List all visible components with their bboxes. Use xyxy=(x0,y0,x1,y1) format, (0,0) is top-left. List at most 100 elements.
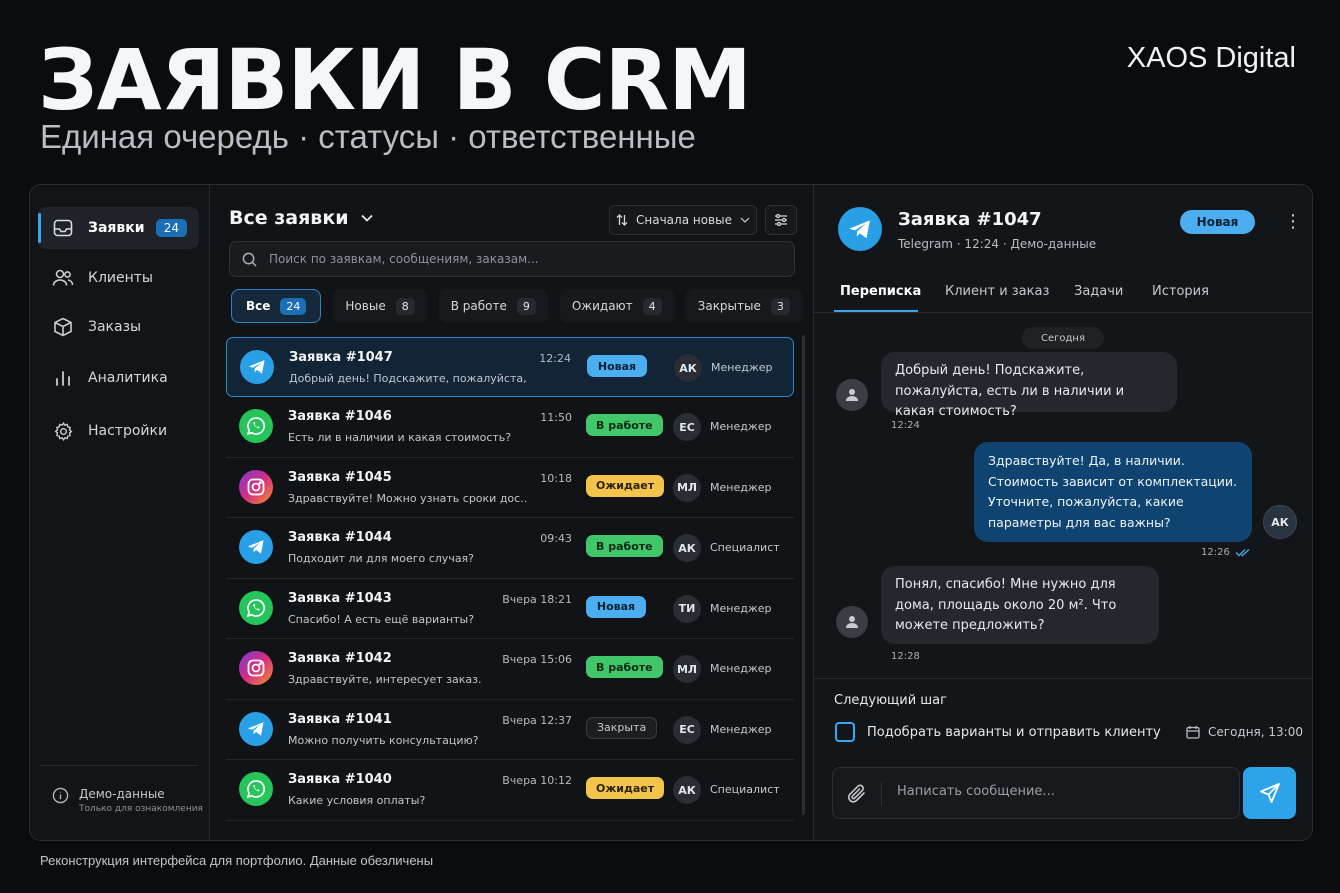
sidebar-item-label: Заказы xyxy=(88,319,142,335)
list-item[interactable]: Заявка #1044 Подходит ли для моего случа… xyxy=(226,518,794,579)
request-message: Спасибо! А есть ещё варианты? xyxy=(288,612,475,626)
tab-tasks[interactable]: Задачи xyxy=(1074,284,1123,299)
hero-subtitle: Единая очередь · статусы · ответственные xyxy=(40,118,696,155)
chat-meta: Telegram · 12:24 · Демо-данные xyxy=(898,237,1097,251)
avatar: АК xyxy=(674,354,702,382)
sidebar-item-analytics[interactable]: Аналитика xyxy=(38,357,199,399)
sidebar-item-clients[interactable]: Клиенты xyxy=(38,257,199,299)
request-title: Заявка #1041 xyxy=(288,711,392,727)
next-step-task: Подобрать варианты и отправить клиенту xyxy=(867,725,1161,740)
avatar xyxy=(836,379,868,411)
avatar: МЛ xyxy=(673,655,701,683)
request-time: 12:24 xyxy=(539,352,571,365)
tab-client-order[interactable]: Клиент и заказ xyxy=(945,284,1049,299)
request-title: Заявка #1045 xyxy=(288,469,392,485)
search-input[interactable] xyxy=(269,252,769,266)
paperclip-icon[interactable] xyxy=(846,782,868,806)
request-message: Здравствуйте, интересует заказ. xyxy=(288,673,482,686)
tab-label: В работе xyxy=(450,299,507,313)
status-badge: Ожидает xyxy=(586,474,665,497)
status-badge: Ожидает xyxy=(586,777,665,799)
search-bar xyxy=(229,241,795,277)
avatar: АК xyxy=(673,776,701,804)
telegram-icon xyxy=(838,207,882,251)
tab-new[interactable]: Новые 8 xyxy=(333,289,427,323)
message-outgoing: Здравствуйте! Да, в наличии. Стоимость з… xyxy=(974,442,1252,542)
status-badge: В работе xyxy=(586,414,663,436)
message-input[interactable] xyxy=(897,784,1227,799)
list-item[interactable]: Заявка #1042 Здравствуйте, интересует за… xyxy=(226,639,794,700)
assignee-role: Менеджер xyxy=(710,420,772,433)
chevron-down-icon xyxy=(740,217,750,223)
telegram-icon xyxy=(239,711,273,746)
date-separator: Сегодня xyxy=(1022,327,1104,349)
sort-dropdown[interactable]: Сначала новые xyxy=(609,205,757,235)
tab-closed[interactable]: Закрытые 3 xyxy=(685,289,802,323)
requests-list-panel: Все заявки Сначала новые Все 24 Новые 8 В … xyxy=(211,185,813,840)
status-badge: Закрыта xyxy=(586,716,658,739)
chat-tabs: Переписка Клиент и заказ Задачи История xyxy=(814,277,1312,313)
tab-label: Закрытые xyxy=(697,299,761,313)
tab-all[interactable]: Все 24 xyxy=(231,289,322,323)
filter-button[interactable] xyxy=(765,205,797,235)
whatsapp-icon xyxy=(239,409,273,443)
message-incoming: Добрый день! Подскажите, пожалуйста, ест… xyxy=(881,352,1177,419)
list-item[interactable]: Заявка #1043 Спасибо! А есть ещё вариант… xyxy=(226,579,794,639)
message-time: 12:26 xyxy=(1201,547,1230,558)
whatsapp-icon xyxy=(239,590,273,625)
instagram-icon xyxy=(239,651,273,685)
request-time: 09:43 xyxy=(540,532,572,545)
status-badge[interactable]: Новая xyxy=(1180,210,1255,234)
calendar-icon xyxy=(1186,726,1200,739)
request-message: Какие условия оплаты? xyxy=(288,794,426,807)
sort-icon xyxy=(616,214,628,226)
tab-label: Ожидают xyxy=(571,299,633,313)
next-step-due[interactable]: Сегодня, 13:00 xyxy=(1186,725,1303,739)
request-time: Вчера 18:21 xyxy=(502,592,572,606)
tab-history[interactable]: История xyxy=(1152,284,1209,299)
sidebar-item-settings[interactable]: Настройки xyxy=(38,410,199,452)
demo-title: Демо-данные xyxy=(79,787,165,801)
sidebar-item-label: Заявки xyxy=(88,220,145,236)
tab-waiting[interactable]: Ожидают 4 xyxy=(559,289,674,323)
more-menu-icon[interactable]: ⋮ xyxy=(1284,213,1302,231)
status-badge: В работе xyxy=(586,535,663,557)
list-title-dropdown[interactable]: Все заявки xyxy=(229,207,373,229)
next-step-heading: Следующий шаг xyxy=(834,693,947,708)
footer-note: Реконструкция интерфейса для портфолио. … xyxy=(40,853,434,868)
gear-icon xyxy=(52,420,74,442)
tab-count: 3 xyxy=(770,297,790,315)
list-item[interactable]: Заявка #1040 Какие условия оплаты? Вчера… xyxy=(226,760,794,821)
telegram-icon xyxy=(239,530,273,564)
list-item[interactable]: Заявка #1045 Здравствуйте! Можно узнать … xyxy=(226,458,794,518)
sidebar-item-label: Аналитика xyxy=(88,370,168,386)
status-tabs: Все 24 Новые 8 В работе 9 Ожидают 4 Закрытые… xyxy=(231,289,802,323)
request-time: Вчера 12:37 xyxy=(502,713,572,727)
avatar xyxy=(836,606,868,638)
list-item[interactable]: Заявка #1046 Есть ли в наличии и какая с… xyxy=(226,397,794,458)
chat-title: Заявка #1047 xyxy=(898,209,1042,230)
demo-subtitle: Только для ознакомления xyxy=(79,804,203,814)
whatsapp-icon xyxy=(239,772,273,806)
tab-conversation[interactable]: Переписка xyxy=(840,284,921,299)
list-item[interactable]: Заявка #1041 Можно получить консультацию… xyxy=(226,700,794,760)
tab-label: Все xyxy=(246,299,271,313)
message-time: 12:24 xyxy=(891,420,920,431)
avatar: ЕС xyxy=(673,413,701,441)
tab-in-work[interactable]: В работе 9 xyxy=(438,289,548,323)
assignee-role: Менеджер xyxy=(710,722,772,736)
assignee-role: Менеджер xyxy=(710,662,772,675)
request-title: Заявка #1042 xyxy=(288,651,392,666)
avatar: ЕС xyxy=(673,715,701,744)
brand-logo: XAOS Digital xyxy=(1126,42,1296,74)
scrollbar[interactable] xyxy=(802,335,805,815)
avatar: АК xyxy=(673,534,701,562)
task-checkbox[interactable] xyxy=(835,722,855,742)
send-button[interactable] xyxy=(1243,767,1296,819)
list-title: Все заявки xyxy=(229,207,349,229)
list-item[interactable]: Заявка #1047 Добрый день! Подскажите, по… xyxy=(226,337,794,397)
sidebar-item-orders[interactable]: Заказы xyxy=(38,306,199,348)
request-time: Вчера 15:06 xyxy=(502,653,572,666)
avatar: АК xyxy=(1263,505,1297,539)
sidebar-item-requests[interactable]: Заявки 24 xyxy=(38,207,199,249)
